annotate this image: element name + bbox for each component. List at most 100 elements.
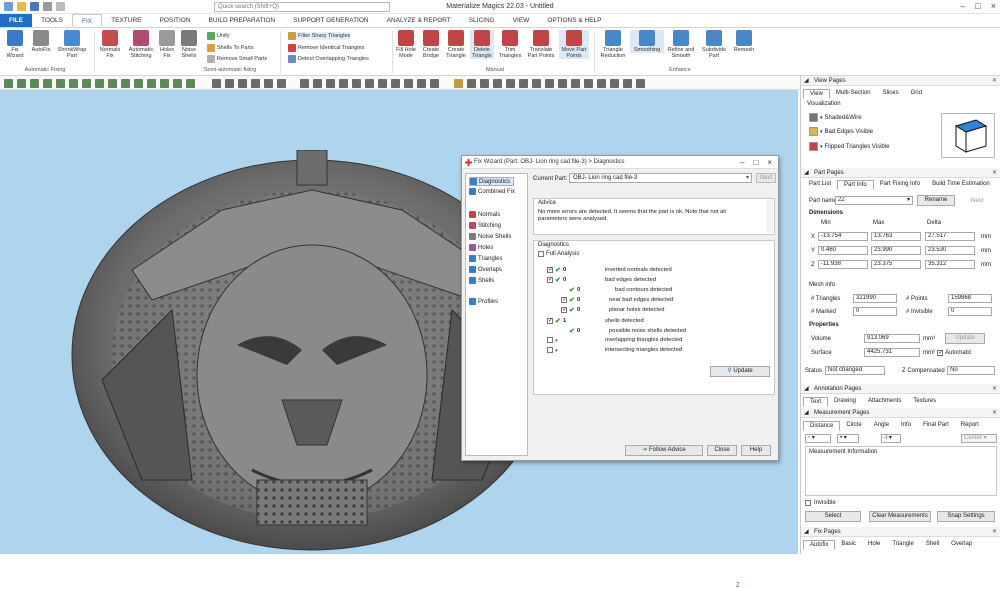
nav-item-noise-shells[interactable]: Noise Shells: [469, 233, 511, 240]
close-icon[interactable]: ✕: [992, 384, 997, 394]
toolbar-icon[interactable]: [108, 79, 117, 88]
maximize-icon[interactable]: □: [753, 156, 758, 169]
toolbar-icon[interactable]: [454, 79, 463, 88]
tab-autofix[interactable]: Autofix: [803, 540, 836, 550]
detect-overlapping-button[interactable]: Detect Overlapping Triangles: [288, 55, 369, 63]
checkbox-icon[interactable]: ✓: [561, 307, 567, 313]
part-pages-header[interactable]: ◢ Part Pages ✕: [801, 168, 1000, 178]
toolbar-icon[interactable]: [186, 79, 195, 88]
snap-settings-button[interactable]: Snap Settings: [937, 511, 995, 522]
toolbar-icon[interactable]: [532, 79, 541, 88]
tab-report[interactable]: Report: [955, 421, 985, 431]
center-select[interactable]: Center ▾: [961, 434, 997, 443]
fix-pages-header[interactable]: ◢ Fix Pages ✕: [801, 527, 1000, 537]
checkbox-icon[interactable]: ✓: [561, 297, 567, 303]
tab-build-preparation[interactable]: BUILD PREPARATION: [200, 14, 285, 27]
toolbar-icon[interactable]: [545, 79, 554, 88]
move-part-points-button[interactable]: Move Part Points: [559, 30, 589, 59]
delete-triangle-button[interactable]: Delete Triangle: [470, 30, 494, 59]
tab-overlap[interactable]: Overlap: [945, 540, 978, 550]
invisible-checkbox[interactable]: Invisible: [805, 500, 836, 506]
rename-button[interactable]: Rename: [917, 195, 955, 206]
nav-item-combined-fix[interactable]: Combined Fix: [469, 188, 515, 195]
toolbar-icon[interactable]: [339, 79, 348, 88]
toolbar-icon[interactable]: [30, 79, 39, 88]
shells-to-parts-button[interactable]: Shells To Parts: [207, 44, 254, 52]
toolbar-icon[interactable]: [352, 79, 361, 88]
close-icon[interactable]: ×: [767, 156, 772, 169]
toolbar-icon[interactable]: [147, 79, 156, 88]
toolbar-icon[interactable]: [391, 79, 400, 88]
nav-item-holes[interactable]: Holes: [469, 244, 493, 251]
unify-button[interactable]: Unify: [207, 32, 230, 40]
toolbar-icon[interactable]: [225, 79, 234, 88]
smoothing-button[interactable]: Smoothing: [630, 30, 664, 53]
filter-sharp-triangles-button[interactable]: Filter Sharp Triangles: [288, 32, 351, 40]
toolbar-icon[interactable]: [480, 79, 489, 88]
tab-part-info[interactable]: Part Info: [837, 180, 874, 190]
next-link[interactable]: Next: [971, 198, 983, 204]
checkbox-icon[interactable]: ✓: [547, 318, 553, 324]
snap-select[interactable]: ⊹▾: [881, 434, 901, 443]
measure-type-select[interactable]: • ▾: [837, 434, 859, 443]
toolbar-icon[interactable]: [160, 79, 169, 88]
toolbar-icon[interactable]: [365, 79, 374, 88]
autofix-button[interactable]: AutoFix: [29, 30, 53, 53]
tab-options-help[interactable]: OPTIONS & HELP: [538, 14, 610, 27]
tab-distance[interactable]: Distance: [803, 421, 841, 431]
tab-angle[interactable]: Angle: [868, 421, 895, 431]
toolbar-icon[interactable]: [95, 79, 104, 88]
tab-grid[interactable]: Grid: [905, 89, 928, 99]
toolbar-icon[interactable]: [404, 79, 413, 88]
toolbar-icon[interactable]: [597, 79, 606, 88]
toolbar-icon[interactable]: [69, 79, 78, 88]
tab-hole[interactable]: Hole: [862, 540, 886, 550]
toolbar-icon[interactable]: [378, 79, 387, 88]
nav-item-diagnostics[interactable]: Diagnostics: [469, 177, 515, 186]
fix-wizard-button[interactable]: Fix Wizard: [3, 30, 27, 59]
checkbox-icon[interactable]: [547, 347, 553, 353]
remove-small-parts-button[interactable]: Remove Small Parts: [207, 55, 267, 63]
toolbar-icon[interactable]: [134, 79, 143, 88]
tab-build-time[interactable]: Build Time Estimation: [926, 180, 996, 190]
tab-circle[interactable]: Circle: [840, 421, 867, 431]
update-button[interactable]: ⚲ Update: [710, 366, 770, 377]
noise-shells-button[interactable]: Noise Shells: [179, 30, 199, 59]
toolbar-icon[interactable]: [506, 79, 515, 88]
close-icon[interactable]: ✕: [992, 527, 997, 537]
toolbar-icon[interactable]: [43, 79, 52, 88]
close-icon[interactable]: ✕: [992, 76, 997, 86]
translate-part-points-button[interactable]: Translate Part Points: [526, 30, 556, 59]
toolbar-icon[interactable]: [4, 79, 13, 88]
checkbox-icon[interactable]: ✓: [547, 267, 553, 273]
toolbar-icon[interactable]: [326, 79, 335, 88]
nav-item-shells[interactable]: Shells: [469, 277, 494, 284]
toolbar-icon[interactable]: [238, 79, 247, 88]
flipped-triangles-option[interactable]: ▾ Flipped Triangles Visible: [809, 142, 889, 151]
update-button[interactable]: Update: [945, 333, 985, 344]
minimize-icon[interactable]: –: [960, 1, 965, 11]
tab-text[interactable]: Text: [803, 397, 829, 407]
toolbar-icon[interactable]: [558, 79, 567, 88]
close-button[interactable]: Close: [707, 445, 737, 456]
toolbar-icon[interactable]: [212, 79, 221, 88]
create-triangle-button[interactable]: Create Triangle: [444, 30, 468, 59]
toolbar-icon[interactable]: [610, 79, 619, 88]
toolbar-icon[interactable]: [56, 79, 65, 88]
subdivide-part-button[interactable]: Subdivide Part: [699, 30, 729, 59]
toolbar-icon[interactable]: [300, 79, 309, 88]
tab-file[interactable]: FILE: [0, 14, 33, 27]
tab-fix[interactable]: FIX: [72, 14, 103, 27]
tab-info[interactable]: Info: [895, 421, 917, 431]
tab-shell[interactable]: Shell: [920, 540, 945, 550]
toolbar-icon[interactable]: [82, 79, 91, 88]
tab-slices[interactable]: Slices: [877, 89, 905, 99]
toolbar-icon[interactable]: [467, 79, 476, 88]
toolbar-icon[interactable]: [584, 79, 593, 88]
toolbar-icon[interactable]: [264, 79, 273, 88]
holes-fix-button[interactable]: Holes Fix: [158, 30, 176, 59]
tab-support-generation[interactable]: SUPPORT GENERATION: [284, 14, 378, 27]
toolbar-icon[interactable]: [121, 79, 130, 88]
tab-textures[interactable]: Textures: [907, 397, 942, 407]
select-button[interactable]: Select: [805, 511, 861, 522]
